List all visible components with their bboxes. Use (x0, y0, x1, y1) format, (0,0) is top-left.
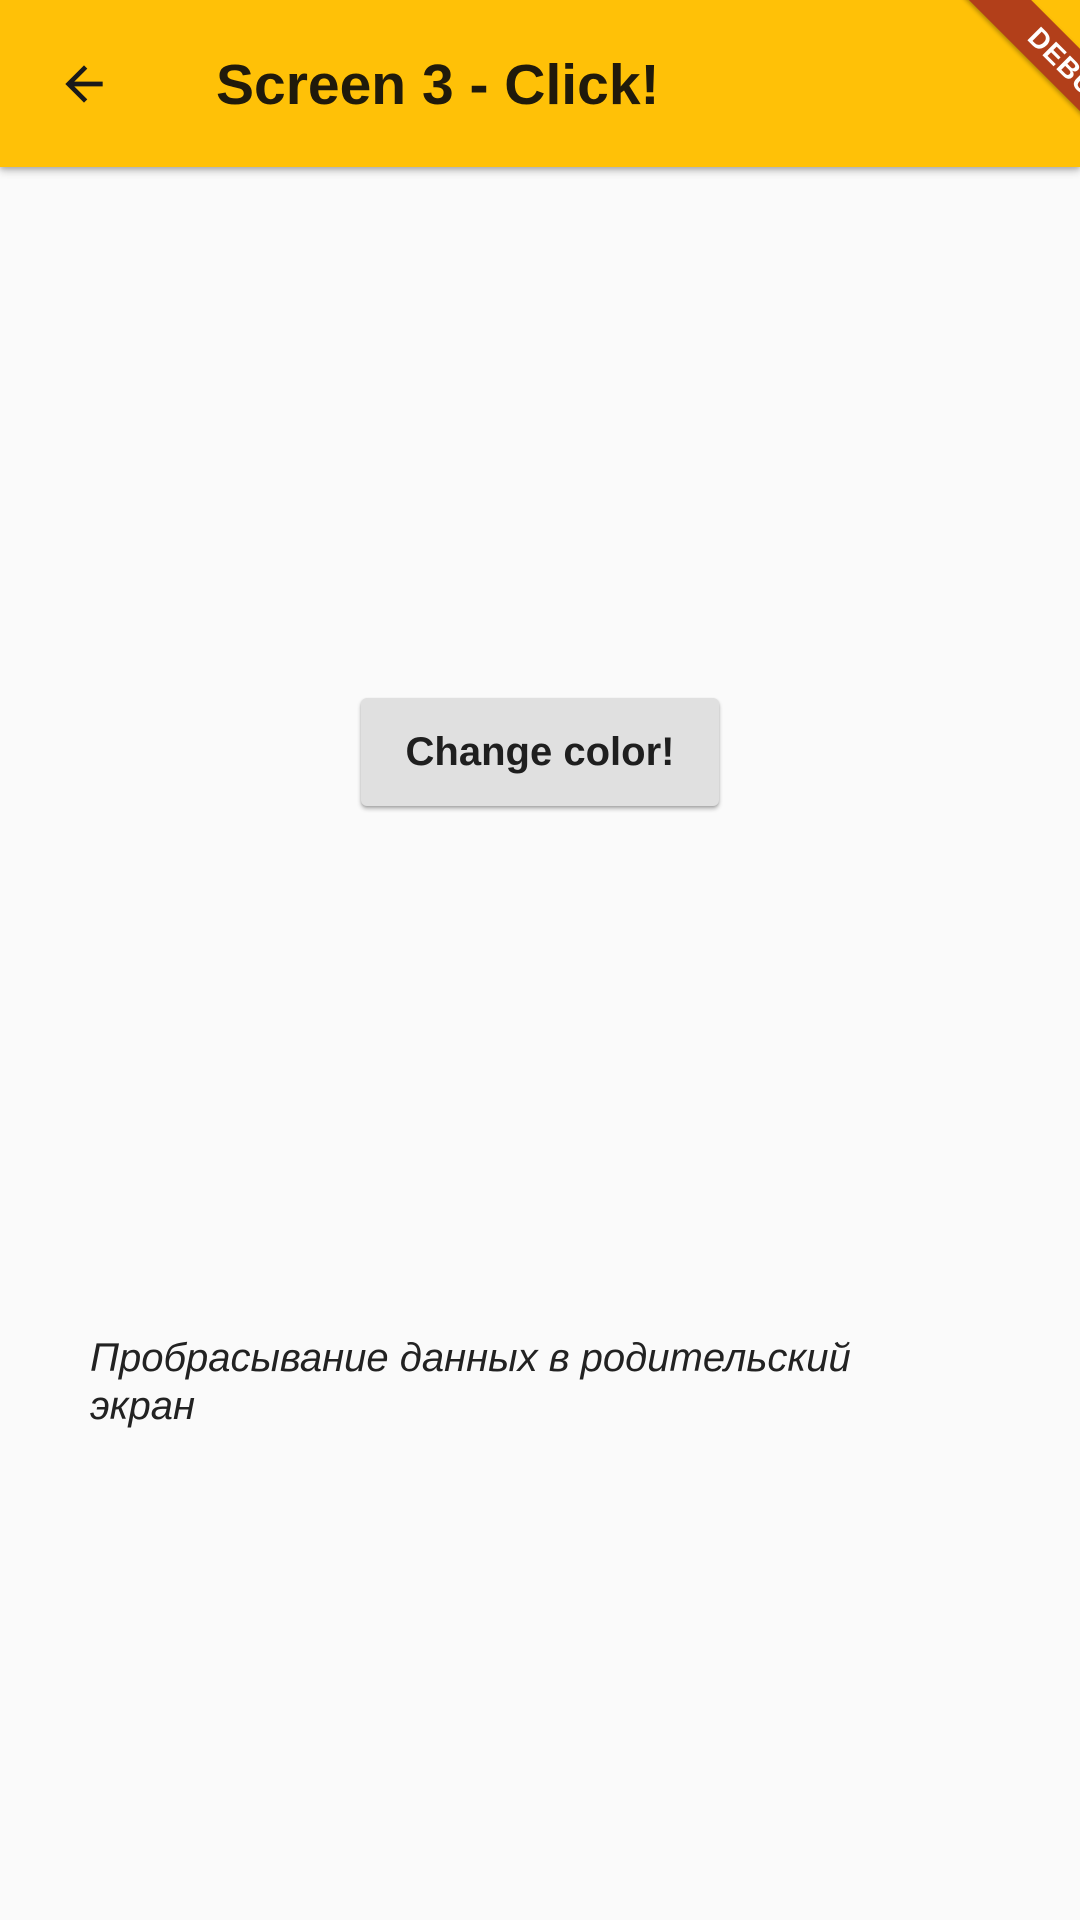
arrow-back-icon (65, 65, 103, 103)
back-button[interactable] (28, 28, 140, 140)
caption-text: Пробрасывание данных в родительский экра… (90, 1336, 851, 1428)
change-color-button[interactable]: Change color! (361, 698, 719, 806)
app-bar: Screen 3 - Click! (0, 0, 1080, 167)
page-title: Screen 3 - Click! (216, 53, 660, 117)
screen: Screen 3 - Click! DEBUG Change color! Пр… (0, 0, 1080, 1920)
